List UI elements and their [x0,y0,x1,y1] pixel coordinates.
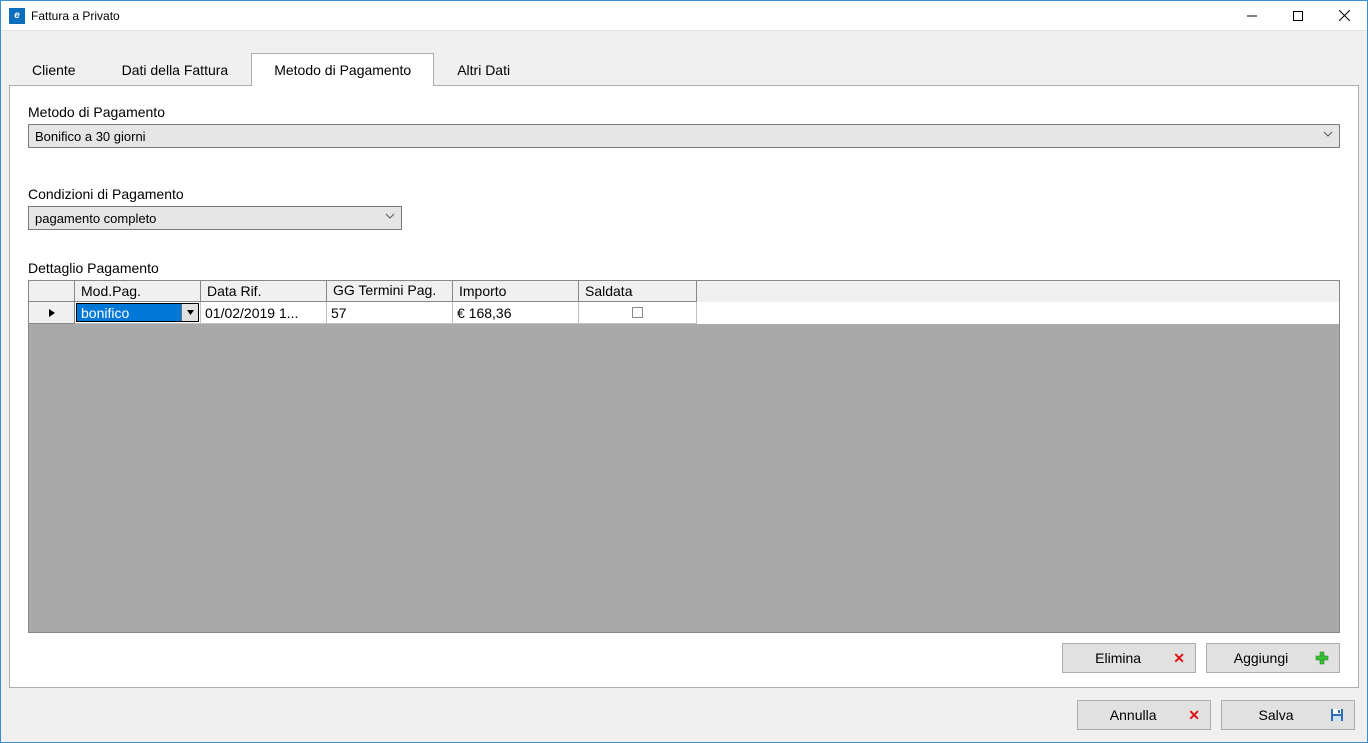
dialog-actions: Annulla ✕ Salva [9,688,1359,734]
cell-mod-pag[interactable]: bonifico [75,302,201,324]
aggiungi-button[interactable]: Aggiungi [1206,643,1340,673]
tabs: Cliente Dati della Fattura Metodo di Pag… [9,53,1359,86]
grid-actions: Elimina ✕ Aggiungi [28,643,1340,673]
mod-pag-combo[interactable]: bonifico [76,303,199,322]
chevron-down-icon [1323,129,1333,139]
maximize-button[interactable] [1275,1,1321,31]
saldata-checkbox[interactable] [632,307,643,318]
cell-gg-termini[interactable]: 57 [327,302,453,324]
col-data-rif[interactable]: Data Rif. [201,281,327,302]
payment-detail-grid[interactable]: Mod.Pag. Data Rif. GG Termini Pag. Impor… [28,280,1340,633]
close-button[interactable] [1321,1,1367,31]
delete-icon: ✕ [1173,650,1185,667]
minimize-button[interactable] [1229,1,1275,31]
app-icon: e [9,8,25,24]
plus-icon [1315,651,1329,665]
tab-cliente[interactable]: Cliente [9,53,99,86]
tab-altri-dati[interactable]: Altri Dati [434,53,533,86]
cell-saldata[interactable] [579,302,697,324]
table-row[interactable]: bonifico 01/02/2019 1... 57 € 168,36 [29,302,1339,324]
payment-method-value: Bonifico a 30 giorni [35,129,146,144]
payment-method-select[interactable]: Bonifico a 30 giorni [28,124,1340,148]
titlebar: e Fattura a Privato [1,1,1367,31]
save-icon [1330,708,1344,722]
payment-conditions-label: Condizioni di Pagamento [28,186,1340,202]
col-saldata[interactable]: Saldata [579,281,697,302]
client-area: Cliente Dati della Fattura Metodo di Pag… [1,31,1367,742]
mod-pag-value: bonifico [77,305,181,321]
cell-data-rif[interactable]: 01/02/2019 1... [201,302,327,324]
grid-header: Mod.Pag. Data Rif. GG Termini Pag. Impor… [29,281,1339,302]
tab-dati-fattura[interactable]: Dati della Fattura [99,53,252,86]
payment-conditions-select[interactable]: pagamento completo [28,206,402,230]
app-window: e Fattura a Privato Cliente Dati della F… [0,0,1368,743]
salva-button[interactable]: Salva [1221,700,1355,730]
triangle-right-icon [49,309,55,317]
cancel-icon: ✕ [1188,707,1200,724]
annulla-button[interactable]: Annulla ✕ [1077,700,1211,730]
chevron-down-icon [385,211,395,221]
window-title: Fattura a Privato [31,9,120,23]
col-gg-termini[interactable]: GG Termini Pag. [327,281,453,302]
row-indicator[interactable] [29,302,75,324]
col-importo[interactable]: Importo [453,281,579,302]
payment-conditions-value: pagamento completo [35,211,156,226]
tab-metodo-pagamento[interactable]: Metodo di Pagamento [251,53,434,86]
col-mod-pag[interactable]: Mod.Pag. [75,281,201,302]
elimina-button[interactable]: Elimina ✕ [1062,643,1196,673]
chevron-down-icon[interactable] [181,304,198,321]
tab-panel: Metodo di Pagamento Bonifico a 30 giorni… [9,85,1359,688]
detail-label: Dettaglio Pagamento [28,260,1340,276]
payment-method-label: Metodo di Pagamento [28,104,1340,120]
cell-importo[interactable]: € 168,36 [453,302,579,324]
grid-row-selector-header[interactable] [29,281,75,302]
